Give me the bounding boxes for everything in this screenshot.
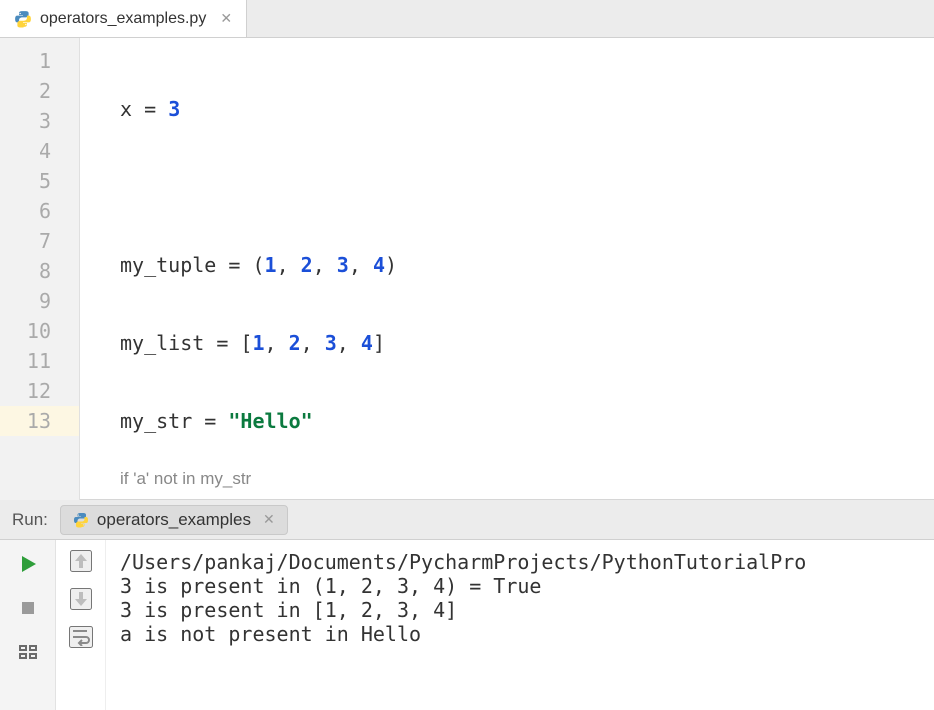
console-line: 3 is present in (1, 2, 3, 4) = True: [120, 574, 541, 598]
stop-button[interactable]: [14, 594, 42, 622]
line-number[interactable]: 2: [0, 76, 79, 106]
close-icon[interactable]: ✕: [263, 511, 275, 528]
console-path: /Users/pankaj/Documents/PycharmProjects/…: [120, 550, 806, 574]
close-icon[interactable]: ✕: [220, 10, 232, 27]
line-number[interactable]: 8: [0, 256, 79, 286]
run-label: Run:: [12, 510, 48, 530]
editor: 1 2 3 4 5 6 7 8 9 10 11 12 13 x = 3 my_t…: [0, 38, 934, 500]
line-number[interactable]: 5: [0, 166, 79, 196]
run-panel: /Users/pankaj/Documents/PycharmProjects/…: [0, 540, 934, 710]
editor-tab[interactable]: operators_examples.py ✕: [0, 0, 247, 37]
soft-wrap-icon[interactable]: [69, 626, 93, 648]
line-number[interactable]: 4: [0, 136, 79, 166]
line-number[interactable]: 3: [0, 106, 79, 136]
line-number[interactable]: 13: [0, 406, 79, 436]
line-number[interactable]: 10: [0, 316, 79, 346]
line-number[interactable]: 11: [0, 346, 79, 376]
console-line: 3 is present in [1, 2, 3, 4]: [120, 598, 457, 622]
layout-button[interactable]: [14, 638, 42, 666]
arrow-down-icon[interactable]: [70, 588, 92, 610]
line-number[interactable]: 1: [0, 46, 79, 76]
code-area[interactable]: x = 3 my_tuple = (1, 2, 3, 4) my_list = …: [80, 38, 934, 461]
line-number[interactable]: 6: [0, 196, 79, 226]
breadcrumb[interactable]: if 'a' not in my_str: [80, 461, 934, 500]
python-file-icon: [14, 10, 32, 28]
tab-bar: operators_examples.py ✕: [0, 0, 934, 38]
python-file-icon: [73, 512, 89, 528]
console-nav-column: [56, 540, 106, 710]
run-config-tab[interactable]: operators_examples ✕: [60, 505, 288, 535]
console-output[interactable]: /Users/pankaj/Documents/PycharmProjects/…: [106, 540, 934, 710]
gutter: 1 2 3 4 5 6 7 8 9 10 11 12 13: [0, 38, 80, 500]
tab-filename: operators_examples.py: [40, 10, 206, 28]
run-panel-header: Run: operators_examples ✕: [0, 500, 934, 540]
run-tool-column: [0, 540, 56, 710]
rerun-button[interactable]: [14, 550, 42, 578]
line-number[interactable]: 9: [0, 286, 79, 316]
line-number[interactable]: 12: [0, 376, 79, 406]
arrow-up-icon[interactable]: [70, 550, 92, 572]
console-line: a is not present in Hello: [120, 622, 421, 646]
run-config-name: operators_examples: [97, 510, 251, 530]
line-number[interactable]: 7: [0, 226, 79, 256]
